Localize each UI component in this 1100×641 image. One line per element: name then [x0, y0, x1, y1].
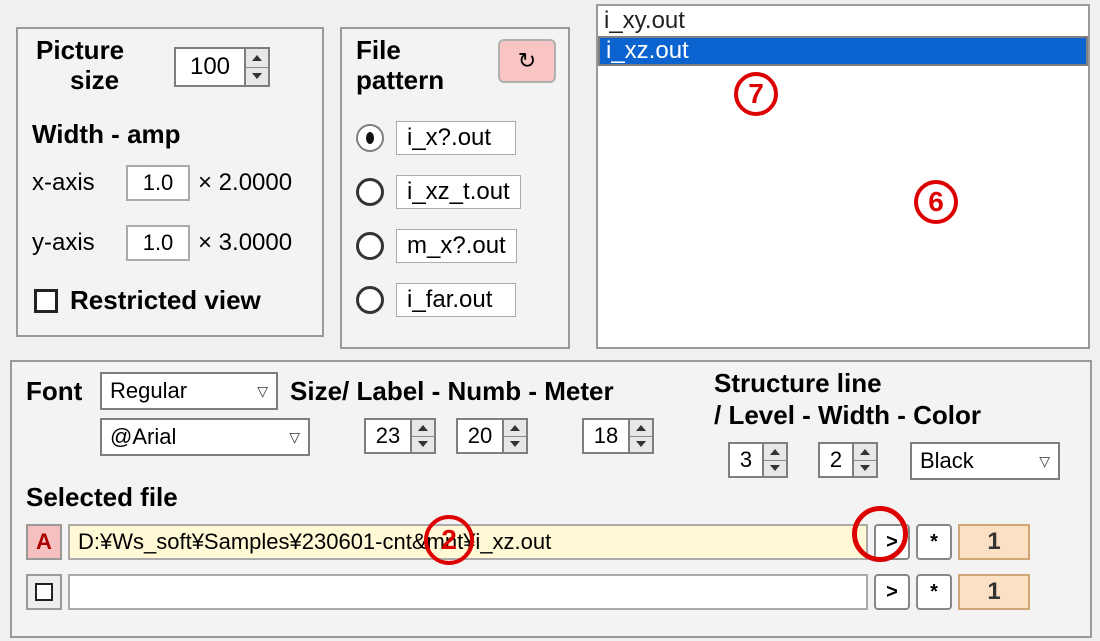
pattern-option-3[interactable]: i_far.out: [396, 283, 516, 317]
file-list[interactable]: i_xy.out i_xz.out: [596, 4, 1090, 349]
chevron-up-icon: [860, 449, 870, 455]
chevron-down-icon: ▽: [289, 429, 300, 446]
chevron-up-icon: [252, 55, 262, 61]
structure-line-label-2: / Level - Width - Color: [714, 400, 981, 431]
pattern-refresh-button[interactable]: ↻: [498, 39, 556, 83]
size-meter-input[interactable]: [582, 418, 628, 454]
selected-file-path-input[interactable]: [68, 574, 868, 610]
size-numb-input[interactable]: [456, 418, 502, 454]
restricted-view-label: Restricted view: [70, 285, 261, 316]
pattern-pattern-label: pattern: [356, 65, 444, 96]
structure-level-down[interactable]: [764, 461, 786, 477]
pattern-option-1[interactable]: i_xz_t.out: [396, 175, 521, 209]
y-axis-multiplier: × 3.0000: [198, 229, 292, 257]
size-label-stepper[interactable]: [364, 418, 436, 454]
selected-file-path-input[interactable]: D:¥Ws_soft¥Samples¥230601-cnt&mnt¥i_xz.o…: [68, 524, 868, 560]
chevron-down-icon: [252, 73, 262, 79]
structure-width-down[interactable]: [854, 461, 876, 477]
x-axis-multiplier: × 2.0000: [198, 169, 292, 197]
row-browse-button[interactable]: >: [874, 574, 910, 610]
size-meter-stepper[interactable]: [582, 418, 654, 454]
size-numb-up[interactable]: [504, 420, 526, 437]
pattern-option-0[interactable]: i_x?.out: [396, 121, 516, 155]
refresh-icon: ↻: [518, 48, 536, 74]
font-style-value: Regular: [110, 378, 187, 404]
structure-line-label-1: Structure line: [714, 368, 882, 399]
lower-panel: Font Regular ▽ @Arial ▽ Size/ Label - Nu…: [10, 360, 1092, 638]
selected-file-row: A D:¥Ws_soft¥Samples¥230601-cnt&mnt¥i_xz…: [26, 522, 1078, 562]
sizes-heading: Size/ Label - Numb - Meter: [290, 376, 614, 407]
structure-width-input[interactable]: [818, 442, 852, 478]
font-family-value: @Arial: [110, 424, 176, 450]
chevron-up-icon: [510, 425, 520, 431]
size-label-input[interactable]: [364, 418, 410, 454]
x-axis-input[interactable]: [126, 165, 190, 201]
row-star-button[interactable]: *: [916, 574, 952, 610]
picture-size-down[interactable]: [246, 68, 268, 86]
size-label: size: [70, 65, 119, 96]
structure-width-stepper[interactable]: [818, 442, 878, 478]
font-family-select[interactable]: @Arial ▽: [100, 418, 310, 456]
picture-size-input[interactable]: [174, 47, 244, 87]
size-meter-down[interactable]: [630, 437, 652, 453]
structure-level-stepper[interactable]: [728, 442, 788, 478]
row-count-cell[interactable]: 1: [958, 574, 1030, 610]
chevron-down-icon: ▽: [257, 383, 268, 400]
selected-file-path-value: D:¥Ws_soft¥Samples¥230601-cnt&mnt¥i_xz.o…: [78, 529, 551, 555]
size-label-down[interactable]: [412, 437, 434, 453]
row-handle-a[interactable]: A: [26, 524, 62, 560]
row-handle-blank[interactable]: [26, 574, 62, 610]
chevron-down-icon: [510, 441, 520, 447]
file-list-item[interactable]: i_xy.out: [598, 6, 1088, 36]
size-numb-down[interactable]: [504, 437, 526, 453]
selected-file-label: Selected file: [26, 482, 178, 513]
structure-color-value: Black: [920, 448, 974, 474]
size-label-up[interactable]: [412, 420, 434, 437]
pattern-radio-3[interactable]: [356, 286, 384, 314]
y-axis-label: y-axis: [32, 229, 95, 257]
width-amp-label: Width - amp: [32, 119, 181, 150]
picture-size-stepper[interactable]: [174, 47, 270, 87]
x-axis-label: x-axis: [32, 169, 95, 197]
pattern-radio-2[interactable]: [356, 232, 384, 260]
file-list-item[interactable]: i_xz.out: [598, 36, 1088, 66]
pattern-option-2[interactable]: m_x?.out: [396, 229, 517, 263]
restricted-view-checkbox[interactable]: [34, 289, 58, 313]
y-axis-input[interactable]: [126, 225, 190, 261]
structure-level-input[interactable]: [728, 442, 762, 478]
chevron-down-icon: [636, 441, 646, 447]
font-style-select[interactable]: Regular ▽: [100, 372, 278, 410]
size-numb-stepper[interactable]: [456, 418, 528, 454]
size-meter-up[interactable]: [630, 420, 652, 437]
selected-file-row: > * 1: [26, 572, 1078, 612]
picture-size-group: Picture size Width - amp x-axis × 2.0000…: [16, 27, 324, 337]
chevron-up-icon: [636, 425, 646, 431]
chevron-up-icon: [770, 449, 780, 455]
chevron-up-icon: [418, 425, 428, 431]
chevron-down-icon: [418, 441, 428, 447]
picture-size-up[interactable]: [246, 49, 268, 68]
pattern-radio-0[interactable]: [356, 124, 384, 152]
structure-width-up[interactable]: [854, 444, 876, 461]
chevron-down-icon: [860, 465, 870, 471]
file-pattern-group: File pattern ↻ i_x?.out i_xz_t.out m_x?.…: [340, 27, 570, 349]
structure-level-up[interactable]: [764, 444, 786, 461]
row-count-cell[interactable]: 1: [958, 524, 1030, 560]
pattern-radio-1[interactable]: [356, 178, 384, 206]
chevron-down-icon: [770, 465, 780, 471]
font-label: Font: [26, 376, 82, 407]
row-browse-button[interactable]: >: [874, 524, 910, 560]
structure-color-select[interactable]: Black ▽: [910, 442, 1060, 480]
row-checkbox[interactable]: [35, 583, 53, 601]
row-star-button[interactable]: *: [916, 524, 952, 560]
picture-label: Picture: [36, 35, 124, 66]
pattern-file-label: File: [356, 35, 401, 66]
chevron-down-icon: ▽: [1039, 453, 1050, 470]
